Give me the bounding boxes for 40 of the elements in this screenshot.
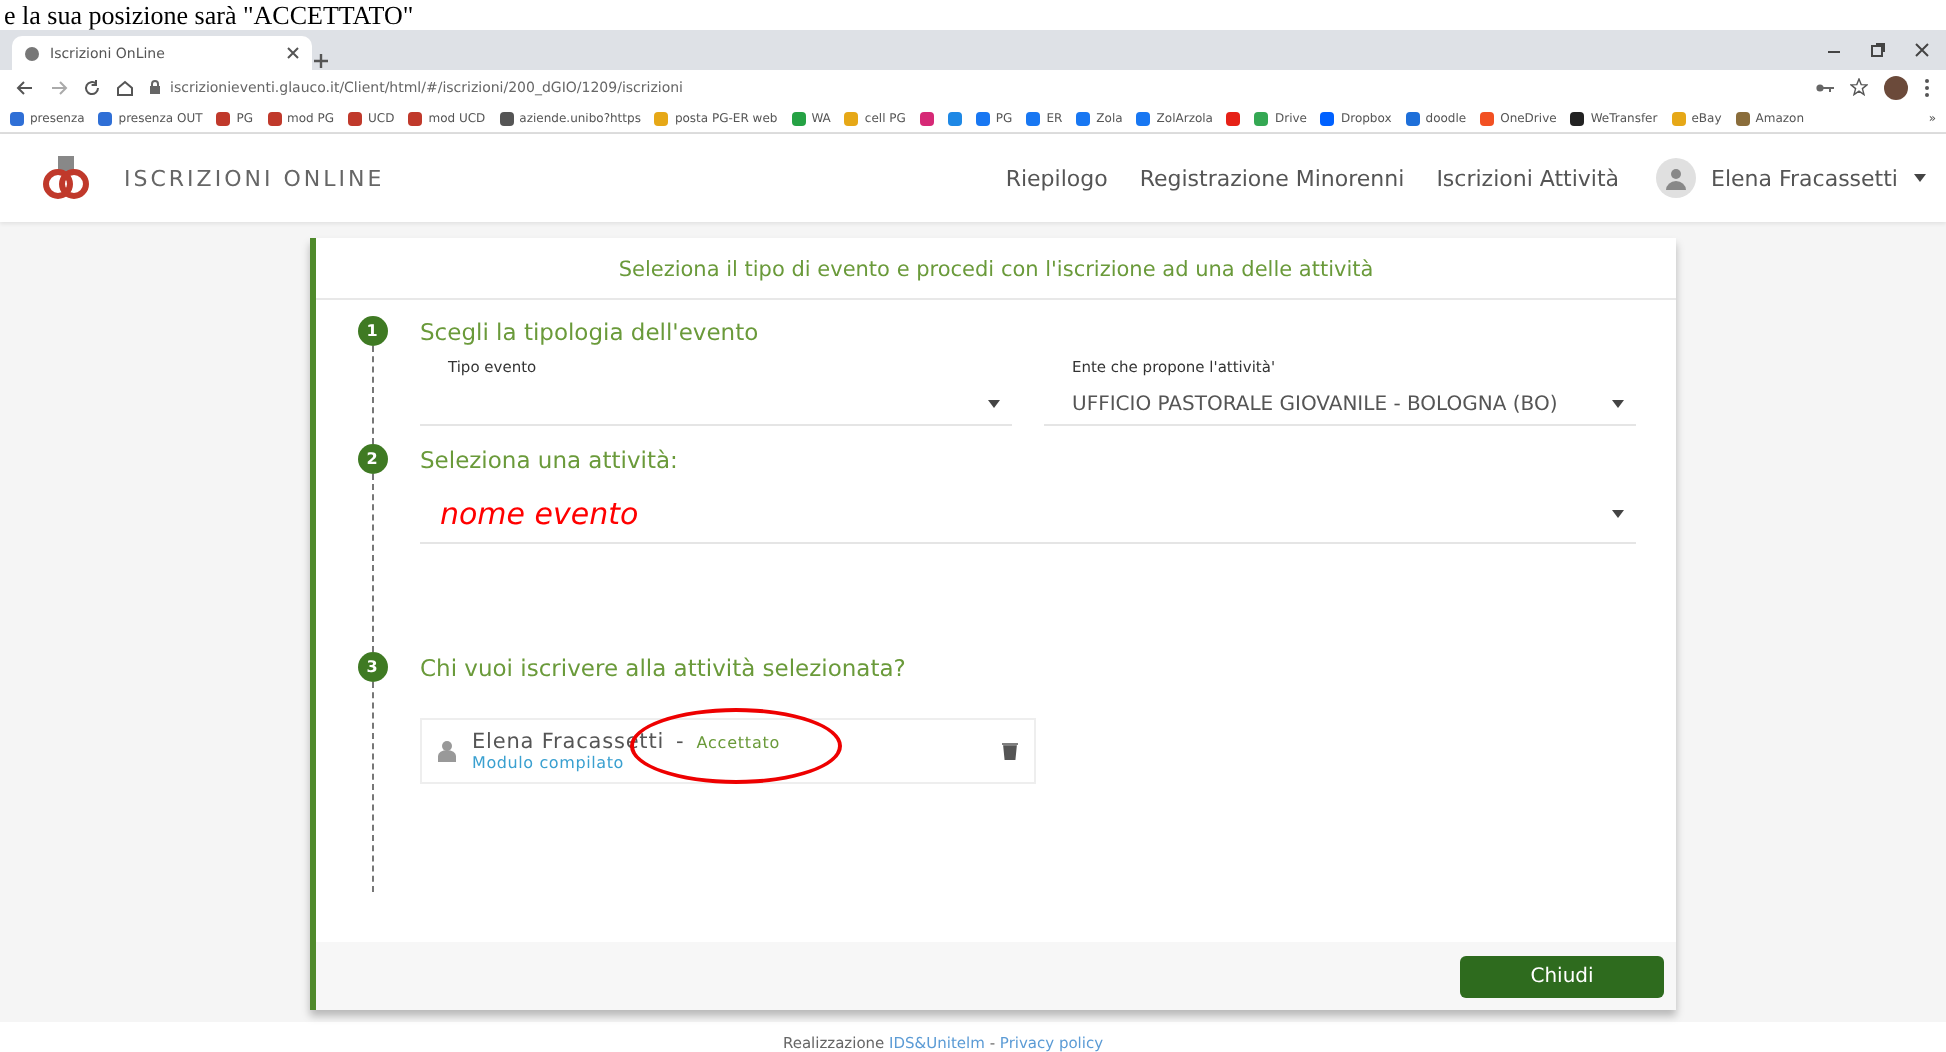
separator-text: - xyxy=(676,730,685,754)
caret-icon xyxy=(1612,510,1624,518)
form-status-text: Modulo compilato xyxy=(472,754,626,772)
profile-avatar-icon[interactable] xyxy=(1884,75,1908,99)
key-icon[interactable] xyxy=(1816,81,1834,93)
back-icon[interactable] xyxy=(16,79,34,95)
close-button[interactable]: Chiudi xyxy=(1460,955,1664,997)
person-icon xyxy=(438,740,456,762)
menu-icon[interactable] xyxy=(1924,77,1930,97)
logo-icon xyxy=(40,154,92,202)
bookmark-icon[interactable] xyxy=(919,111,934,125)
home-icon[interactable] xyxy=(116,79,134,95)
nav-link[interactable]: Riepilogo xyxy=(1005,165,1108,191)
new-tab-icon[interactable] xyxy=(312,52,330,70)
caret-icon xyxy=(988,400,1000,408)
step-number: 2 xyxy=(357,444,387,474)
person-icon xyxy=(1665,167,1686,189)
user-menu[interactable]: Elena Fracassetti xyxy=(1711,165,1898,191)
step-number: 3 xyxy=(357,652,387,682)
trash-icon[interactable] xyxy=(1002,742,1018,760)
site-logo-text: ISCRIZIONI ONLINE xyxy=(124,165,385,191)
step-title: Seleziona una attività: xyxy=(420,446,680,474)
caret-icon xyxy=(1612,400,1624,408)
bookmark-icon[interactable] xyxy=(947,111,962,125)
status-text: Accettato xyxy=(696,734,781,752)
card-title: Seleziona il tipo di evento e procedi con l'iscrizione ad una delle attività xyxy=(316,238,1676,300)
restore-icon[interactable] xyxy=(1870,42,1886,58)
close-icon[interactable] xyxy=(286,46,300,60)
step-title: Scegli la tipologia dell'evento xyxy=(420,318,761,346)
step-number: 1 xyxy=(357,316,387,346)
close-icon[interactable] xyxy=(1914,42,1930,58)
document-caption: e la sua posizione sarà "ACCETTATO" xyxy=(2,0,414,30)
step-title: Chi vuoi iscrivere alla attività selezionata? xyxy=(420,654,908,682)
nav-link[interactable]: Iscrizioni Attività xyxy=(1436,165,1620,191)
bookmark-icon[interactable] xyxy=(1226,111,1241,125)
lock-icon xyxy=(150,80,160,94)
nav-link[interactable]: Registrazione Minorenni xyxy=(1139,165,1405,191)
caret-icon[interactable] xyxy=(1914,174,1926,182)
reload-icon[interactable] xyxy=(84,79,100,95)
star-icon[interactable] xyxy=(1850,78,1868,96)
